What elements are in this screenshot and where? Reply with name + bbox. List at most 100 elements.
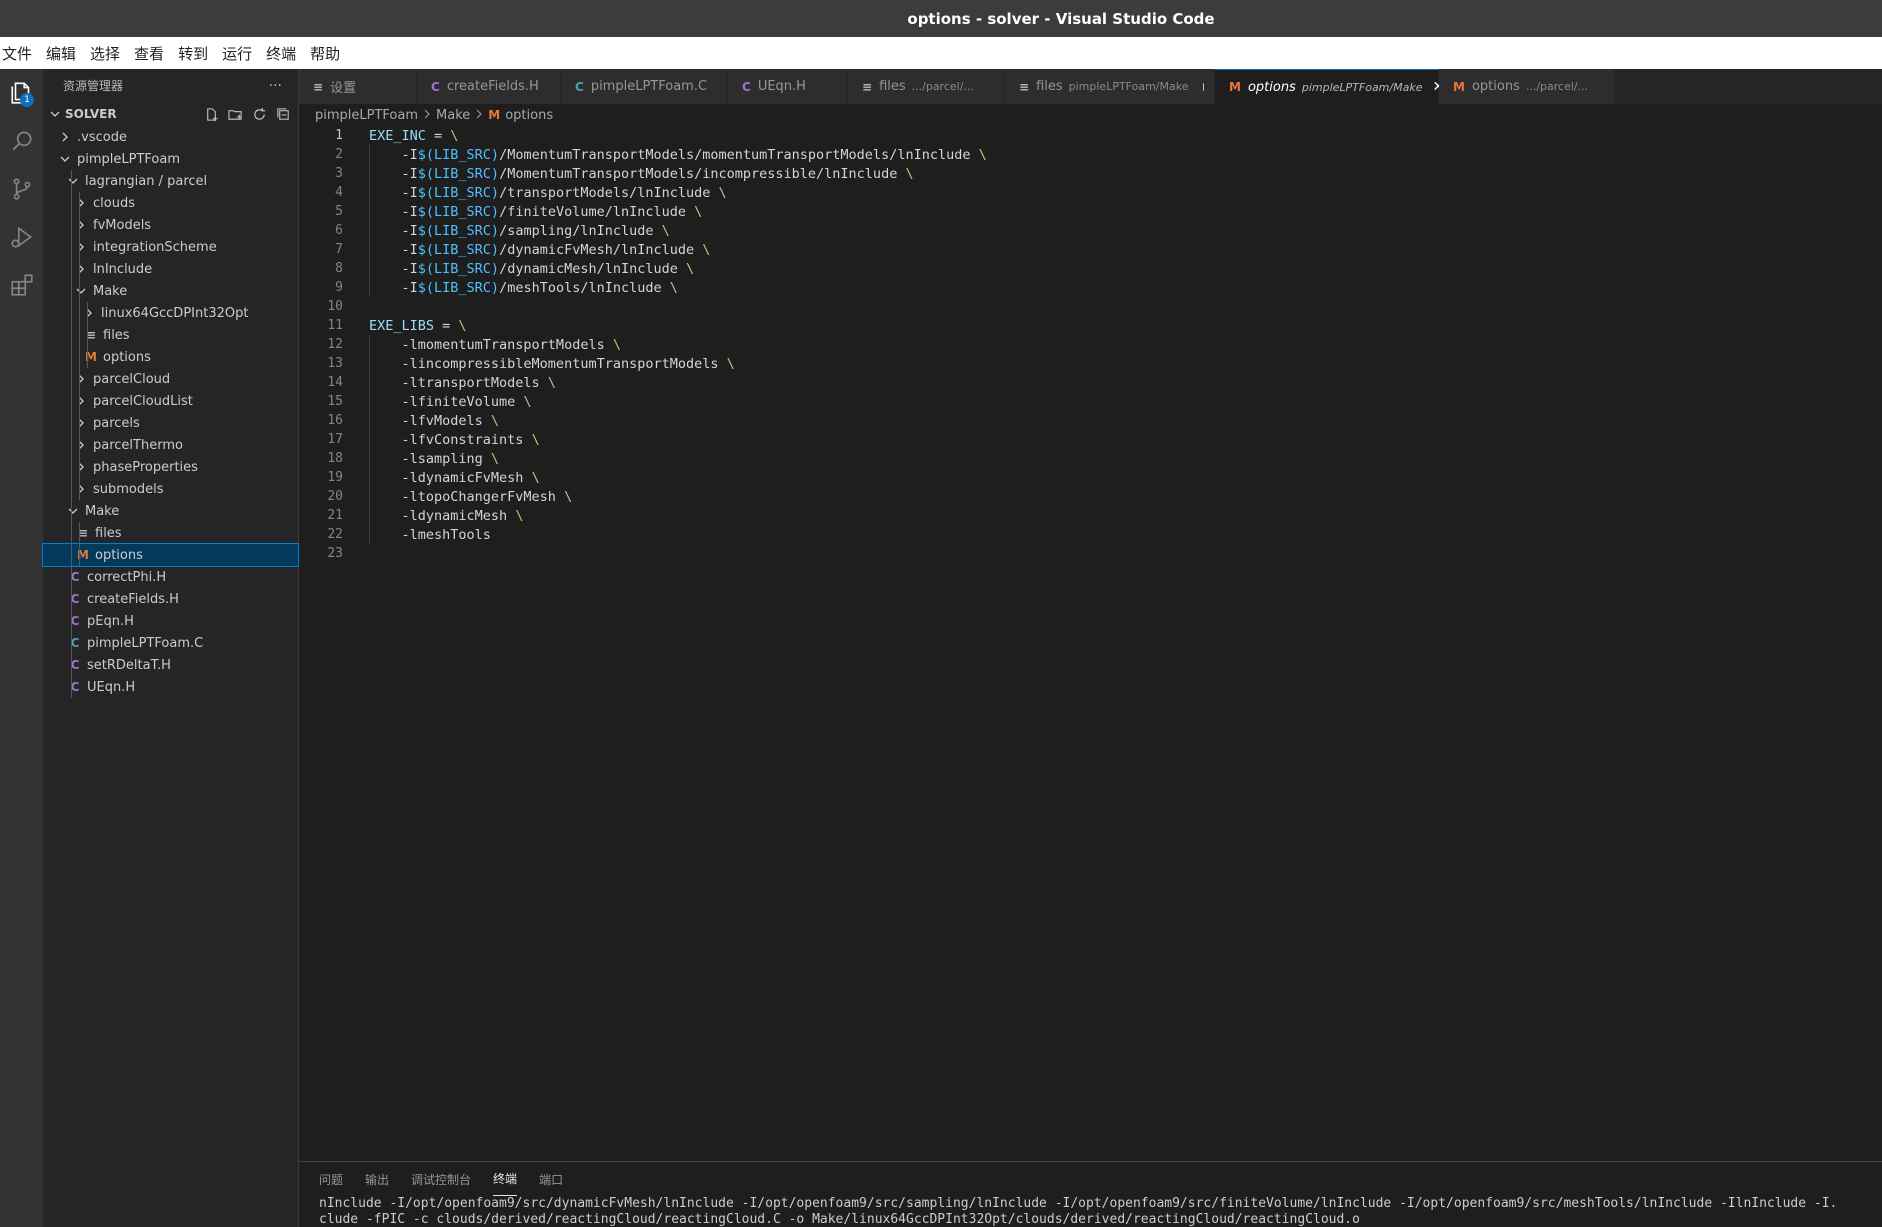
- collapse-all-icon[interactable]: [274, 105, 292, 123]
- tree-folder[interactable]: clouds: [43, 192, 298, 214]
- makefile-icon: M: [488, 108, 501, 122]
- tree-folder[interactable]: parcels: [43, 412, 298, 434]
- tab-createfieldsh[interactable]: CcreateFields.H: [417, 69, 561, 104]
- extensions-icon[interactable]: [0, 261, 43, 309]
- indent-guide: [71, 566, 72, 588]
- tree-folder[interactable]: lagrangian / parcel: [43, 170, 298, 192]
- terminal-output[interactable]: nInclude -I/opt/openfoam9/src/dynamicFvM…: [299, 1196, 1882, 1227]
- code-line[interactable]: 16 -lfvModels \: [299, 411, 1882, 430]
- tree-file[interactable]: Moptions: [42, 543, 299, 567]
- tree-file[interactable]: CcorrectPhi.H: [43, 566, 298, 588]
- tab-files[interactable]: ≡ files .../parcel/...: [848, 69, 1005, 104]
- code-line[interactable]: 14 -ltransportModels \: [299, 373, 1882, 392]
- line-text: -I$(LIB_SRC)/sampling/lnInclude \: [369, 222, 670, 239]
- breadcrumb-file[interactable]: options: [505, 108, 553, 123]
- panel-tab[interactable]: 问题: [319, 1162, 343, 1196]
- code-line[interactable]: 13 -lincompressibleMomentumTransportMode…: [299, 354, 1882, 373]
- explorer-icon[interactable]: 1: [0, 69, 43, 117]
- tab-pimplelptfoamc[interactable]: CpimpleLPTFoam.C: [561, 69, 728, 104]
- code-line[interactable]: 17 -lfvConstraints \: [299, 430, 1882, 449]
- tab-files[interactable]: ≡ files pimpleLPTFoam/Make: [1005, 69, 1215, 104]
- search-icon[interactable]: [0, 117, 43, 165]
- panel-tab[interactable]: 端口: [539, 1162, 563, 1196]
- menu-item[interactable]: 帮助: [310, 43, 340, 64]
- code-line[interactable]: 2 -I$(LIB_SRC)/MomentumTransportModels/m…: [299, 145, 1882, 164]
- more-actions-icon[interactable]: ···: [269, 78, 282, 94]
- panel-tab[interactable]: 调试控制台: [411, 1162, 471, 1196]
- tree-file[interactable]: Moptions: [43, 346, 298, 368]
- menu-item[interactable]: 选择: [90, 43, 120, 64]
- code-line[interactable]: 7 -I$(LIB_SRC)/dynamicFvMesh/lnInclude \: [299, 240, 1882, 259]
- menu-item[interactable]: 转到: [178, 43, 208, 64]
- code-line[interactable]: 5 -I$(LIB_SRC)/finiteVolume/lnInclude \: [299, 202, 1882, 221]
- refresh-icon[interactable]: [250, 105, 268, 123]
- tree-file[interactable]: CpimpleLPTFoam.C: [43, 632, 298, 654]
- indent-guide: [87, 324, 88, 346]
- tree-folder[interactable]: lnInclude: [43, 258, 298, 280]
- code-editor[interactable]: 1 EXE_INC = \ 2 -I$(LIB_SRC)/MomentumTrans…: [299, 126, 1882, 1161]
- breadcrumb-item[interactable]: Make: [436, 108, 470, 123]
- code-line[interactable]: 1 EXE_INC = \: [299, 126, 1882, 145]
- code-line[interactable]: 4 -I$(LIB_SRC)/transportModels/lnInclude…: [299, 183, 1882, 202]
- panel-tab[interactable]: 输出: [365, 1162, 389, 1196]
- menu-item[interactable]: 查看: [134, 43, 164, 64]
- code-line[interactable]: 3 -I$(LIB_SRC)/MomentumTransportModels/i…: [299, 164, 1882, 183]
- new-folder-icon[interactable]: [226, 105, 244, 123]
- tree-folder[interactable]: parcelCloudList: [43, 390, 298, 412]
- menu-item[interactable]: 终端: [266, 43, 296, 64]
- tab-options[interactable]: MoptionspimpleLPTFoam/Make✕: [1215, 69, 1444, 104]
- tree-file[interactable]: CsetRDeltaT.H: [43, 654, 298, 676]
- indent-guide: [71, 610, 72, 632]
- code-line[interactable]: 19 -ldynamicFvMesh \: [299, 468, 1882, 487]
- source-control-icon[interactable]: [0, 165, 43, 213]
- tree-folder[interactable]: pimpleLPTFoam: [43, 148, 298, 170]
- run-debug-icon[interactable]: [0, 213, 43, 261]
- code-line[interactable]: 12 -lmomentumTransportModels \: [299, 335, 1882, 354]
- indent-guide: [79, 280, 80, 302]
- menu-item[interactable]: 文件: [2, 43, 32, 64]
- tree-folder[interactable]: Make: [43, 280, 298, 302]
- breadcrumb-item[interactable]: pimpleLPTFoam: [315, 108, 418, 123]
- code-line[interactable]: 10: [299, 297, 1882, 316]
- tree-file[interactable]: ≡ files: [43, 522, 298, 544]
- tree-file[interactable]: C UEqn.H: [43, 676, 298, 698]
- tree-folder[interactable]: parcelThermo: [43, 434, 298, 456]
- unsaved-dot-icon[interactable]: [1202, 82, 1204, 91]
- line-number: 6: [335, 223, 343, 238]
- code-line[interactable]: 21 -ldynamicMesh \: [299, 506, 1882, 525]
- tree-folder[interactable]: submodels: [43, 478, 298, 500]
- tree-folder[interactable]: linux64GccDPInt32Opt: [43, 302, 298, 324]
- code-line[interactable]: 9 -I$(LIB_SRC)/meshTools/lnInclude \: [299, 278, 1882, 297]
- tab-settings[interactable]: ≡ 设置: [299, 69, 417, 104]
- tree-file[interactable]: CpEqn.H: [43, 610, 298, 632]
- panel-tab[interactable]: 终端: [493, 1162, 518, 1196]
- code-line[interactable]: 11 EXE_LIBS = \: [299, 316, 1882, 335]
- code-line[interactable]: 23: [299, 544, 1882, 563]
- tab-options[interactable]: Moptions .../parcel/...: [1439, 69, 1615, 104]
- tree-folder[interactable]: parcelCloud: [43, 368, 298, 390]
- workspace-section[interactable]: SOLVER: [43, 102, 298, 126]
- tree-folder[interactable]: integrationScheme: [43, 236, 298, 258]
- tree-file[interactable]: ≡ files: [43, 324, 298, 346]
- code-line[interactable]: 6 -I$(LIB_SRC)/sampling/lnInclude \: [299, 221, 1882, 240]
- tree-item-label: fvModels: [93, 217, 152, 233]
- tree-folder[interactable]: fvModels: [43, 214, 298, 236]
- tab-ueqnh[interactable]: C UEqn.H: [728, 69, 848, 104]
- chevron-right-icon: [73, 239, 89, 255]
- line-number: 16: [327, 413, 343, 428]
- code-line[interactable]: 15 -lfiniteVolume \: [299, 392, 1882, 411]
- menu-item[interactable]: 运行: [222, 43, 252, 64]
- code-line[interactable]: 8 -I$(LIB_SRC)/dynamicMesh/lnInclude \: [299, 259, 1882, 278]
- line-text: -lincompressibleMomentumTransportModels …: [369, 355, 735, 372]
- tree-folder[interactable]: .vscode: [43, 126, 298, 148]
- code-line[interactable]: 20 -ltopoChangerFvMesh \: [299, 487, 1882, 506]
- code-line[interactable]: 18 -lsampling \: [299, 449, 1882, 468]
- code-line[interactable]: 22 -lmeshTools: [299, 525, 1882, 544]
- menu-item[interactable]: 编辑: [46, 43, 76, 64]
- indent-guide: [79, 478, 80, 500]
- tree-folder[interactable]: Make: [43, 500, 298, 522]
- new-file-icon[interactable]: [202, 105, 220, 123]
- tree-item-label: linux64GccDPInt32Opt: [101, 305, 249, 321]
- tree-folder[interactable]: phaseProperties: [43, 456, 298, 478]
- tree-file[interactable]: CcreateFields.H: [43, 588, 298, 610]
